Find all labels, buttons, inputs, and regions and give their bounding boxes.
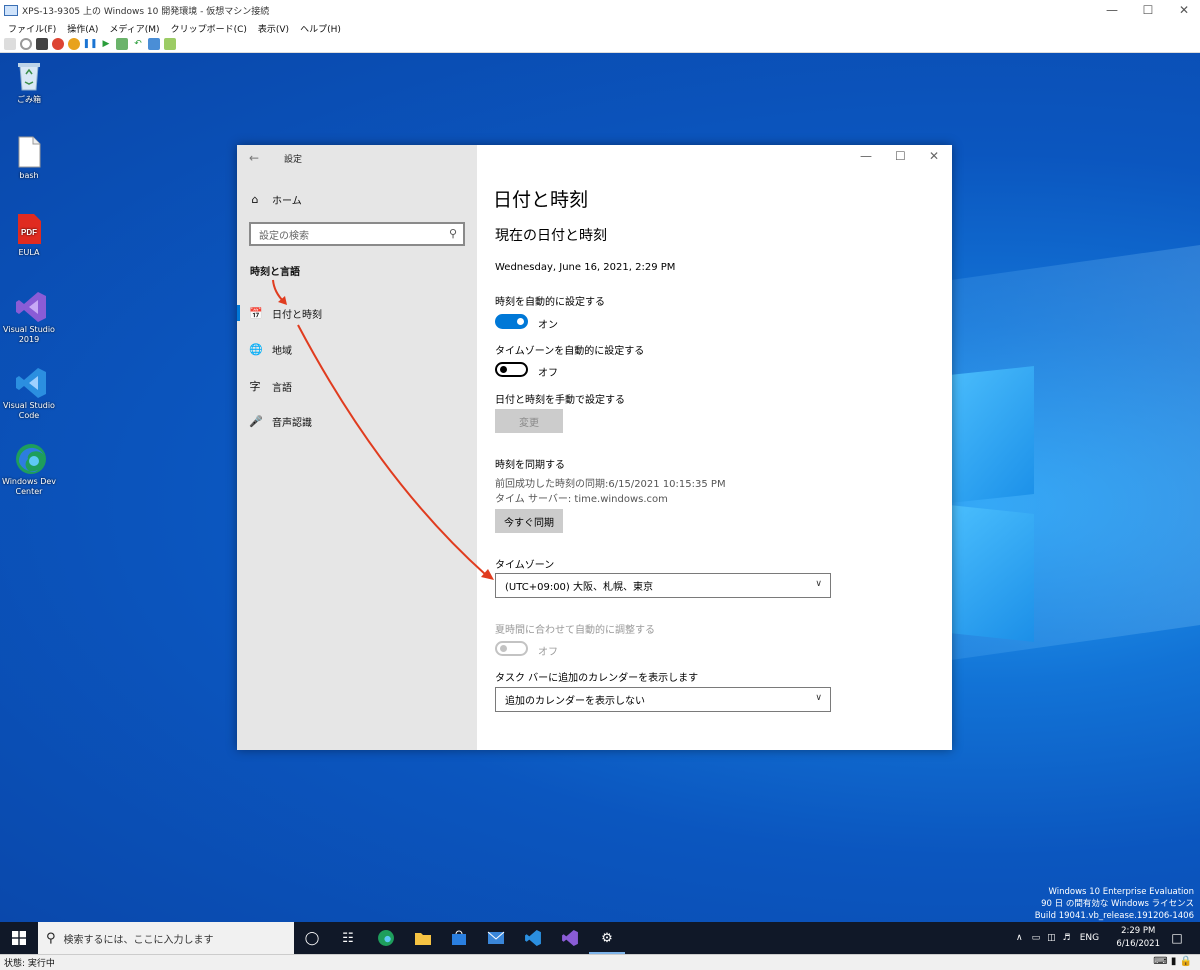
file-explorer-icon[interactable] bbox=[413, 928, 433, 948]
system-tray: ∧ ▭ ◫ ♬ ENG bbox=[1016, 922, 1099, 954]
chevron-up-icon[interactable]: ∧ bbox=[1016, 933, 1023, 943]
store-icon[interactable] bbox=[449, 928, 469, 948]
battery-icon[interactable]: ▭ bbox=[1032, 933, 1041, 943]
watermark-line: Windows 10 Enterprise Evaluation bbox=[1048, 887, 1194, 897]
search-icon: ⚲ bbox=[46, 930, 56, 946]
annotation-arrowhead-long bbox=[481, 569, 494, 580]
annotation-arrow-long bbox=[297, 324, 487, 576]
taskbar-search-input[interactable]: ⚲ 検索するには、ここに入力します bbox=[38, 922, 294, 954]
settings-icon[interactable]: ⚙ bbox=[589, 928, 625, 954]
cortana-icon[interactable]: ◯ bbox=[302, 928, 322, 948]
status-tray-icons: ⌨ ▮ 🔒 bbox=[1153, 956, 1192, 967]
taskbar-search-placeholder: 検索するには、ここに入力します bbox=[63, 934, 214, 946]
clock-date: 6/16/2021 bbox=[1116, 939, 1160, 949]
watermark-line: Build 19041.vb_release.191206-1406 bbox=[1034, 911, 1194, 921]
edge-icon[interactable] bbox=[376, 928, 396, 948]
host-status-text: 状態: 実行中 bbox=[4, 959, 55, 969]
evaluation-watermark: Windows 10 Enterprise Evaluation 90 日 の間… bbox=[1035, 886, 1194, 922]
vscode-icon[interactable] bbox=[523, 928, 543, 948]
language-indicator[interactable]: ENG bbox=[1080, 933, 1099, 943]
start-button[interactable] bbox=[0, 922, 38, 954]
watermark-line: 90 日 の間有効な Windows ライセンス bbox=[1041, 899, 1194, 909]
task-view-icon[interactable]: ☷ bbox=[338, 928, 358, 948]
clock-time: 2:29 PM bbox=[1121, 926, 1156, 936]
volume-icon[interactable]: ♬ bbox=[1063, 933, 1071, 943]
mail-icon[interactable] bbox=[486, 928, 506, 948]
notification-icon[interactable]: □ bbox=[1167, 928, 1187, 948]
visual-studio-icon[interactable] bbox=[560, 928, 580, 948]
annotation-arrows bbox=[272, 279, 494, 580]
windows-logo-icon bbox=[12, 931, 26, 945]
taskbar: ⚲ 検索するには、ここに入力します ◯ ☷ ⚙ ∧ ▭ ◫ ♬ ENG 2:29… bbox=[0, 922, 1200, 954]
taskbar-clock[interactable]: 2:29 PM 6/16/2021 bbox=[1116, 925, 1160, 951]
network-icon[interactable]: ◫ bbox=[1047, 933, 1056, 943]
host-status-bar: 状態: 実行中 ⌨ ▮ 🔒 bbox=[0, 954, 1200, 970]
